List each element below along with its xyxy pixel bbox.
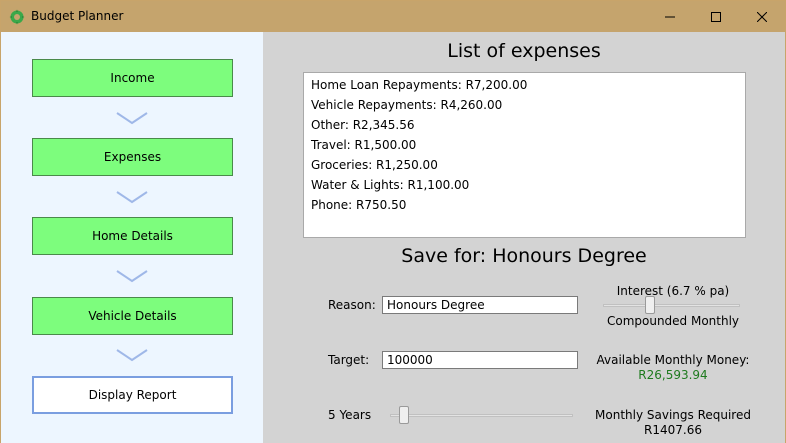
minimize-icon <box>665 16 675 17</box>
income-button-label: Income <box>110 71 155 85</box>
list-item[interactable]: Phone: R750.50 <box>311 198 745 218</box>
monthly-savings-label: Monthly Savings Required <box>595 408 751 422</box>
expenses-heading: List of expenses <box>447 40 601 62</box>
window-title: Budget Planner <box>31 9 124 23</box>
list-item[interactable]: Other: R2,345.56 <box>311 118 745 138</box>
interest-slider[interactable] <box>603 296 740 314</box>
target-input[interactable] <box>382 351 578 369</box>
expense-list[interactable]: Home Loan Repayments: R7,200.00 Vehicle … <box>303 72 746 238</box>
maximize-icon <box>711 11 721 22</box>
chevron-down-icon <box>116 191 148 204</box>
display-report-button[interactable]: Display Report <box>32 376 233 414</box>
maximize-button[interactable] <box>693 1 739 32</box>
vehicle-details-button-label: Vehicle Details <box>88 309 177 323</box>
list-item[interactable]: Groceries: R1,250.00 <box>311 158 745 178</box>
display-report-button-label: Display Report <box>88 388 177 402</box>
savings-heading: Save for: Honours Degree <box>401 245 647 267</box>
available-money-label: Available Monthly Money: <box>596 353 750 367</box>
list-item[interactable]: Vehicle Repayments: R4,260.00 <box>311 98 745 118</box>
list-item[interactable]: Water & Lights: R1,100.00 <box>311 178 745 198</box>
list-item[interactable]: Home Loan Repayments: R7,200.00 <box>311 78 745 98</box>
income-button[interactable]: Income <box>32 59 233 97</box>
years-slider-thumb[interactable] <box>398 406 409 424</box>
budget-planner-window: Budget Planner Income Expenses Home Deta… <box>0 0 786 443</box>
available-money-value: R26,593.94 <box>638 368 708 382</box>
vehicle-details-button[interactable]: Vehicle Details <box>32 297 233 335</box>
years-label: 5 Years <box>328 408 372 422</box>
home-details-button[interactable]: Home Details <box>32 217 233 255</box>
expenses-button[interactable]: Expenses <box>32 138 233 176</box>
compounded-label: Compounded Monthly <box>606 314 740 328</box>
navigation-panel: Income Expenses Home Details Vehicle Det… <box>1 32 263 443</box>
reason-input[interactable] <box>382 296 578 314</box>
years-slider[interactable] <box>390 406 573 424</box>
close-button[interactable] <box>739 1 785 32</box>
interest-slider-track <box>603 304 740 307</box>
chevron-down-icon <box>116 349 148 362</box>
list-item[interactable]: Travel: R1,500.00 <box>311 138 745 158</box>
chevron-down-icon <box>116 270 148 283</box>
minimize-button[interactable] <box>647 1 693 32</box>
close-icon <box>757 11 767 22</box>
target-label: Target: <box>328 353 370 367</box>
home-details-button-label: Home Details <box>92 229 173 243</box>
content-panel: List of expenses Home Loan Repayments: R… <box>263 32 785 443</box>
interest-slider-thumb[interactable] <box>644 296 655 314</box>
title-bar[interactable]: Budget Planner <box>1 1 785 32</box>
years-slider-track <box>390 414 573 417</box>
leaf-gear-icon <box>9 9 25 25</box>
reason-label: Reason: <box>328 298 376 312</box>
monthly-savings-value: R1407.66 <box>644 423 702 437</box>
expenses-button-label: Expenses <box>103 150 162 164</box>
chevron-down-icon <box>116 112 148 125</box>
